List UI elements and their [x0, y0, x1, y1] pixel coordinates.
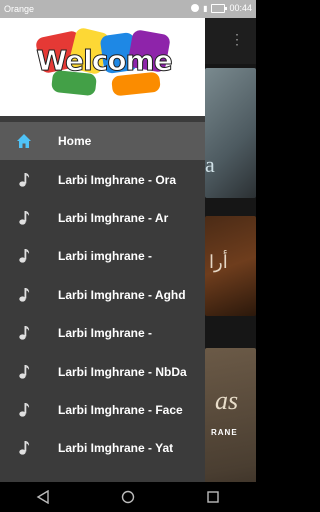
status-icons: ▮ 00:44	[191, 3, 252, 13]
carrier-label: Orange	[4, 4, 35, 14]
system-nav-bar	[0, 482, 256, 512]
music-note-icon	[14, 364, 34, 380]
drawer-item-song[interactable]: Larbi Imghrane - Aghd	[0, 276, 205, 314]
back-button[interactable]	[23, 482, 63, 512]
background-card-3-subtext: RANE	[211, 428, 238, 437]
battery-icon	[211, 3, 228, 13]
welcome-logo-text: Welcome	[36, 44, 173, 78]
background-toolbar: ⋮	[205, 18, 256, 64]
drawer-item-label: Larbi Imghrane - Yat	[58, 441, 174, 456]
drawer-item-label: Larbi Imghrane -	[58, 326, 153, 341]
drawer-item-song[interactable]: Larbi Imghrane - Yat	[0, 429, 205, 467]
drawer-item-label: Larbi Imghrane - Ora	[58, 172, 177, 187]
background-card-2[interactable]: أرا	[205, 216, 256, 316]
welcome-logo: Welcome	[32, 26, 176, 100]
music-note-icon	[14, 172, 34, 188]
drawer-item-song[interactable]: Larbi Imghrane - Ar	[0, 199, 205, 237]
clock: 00:44	[229, 3, 252, 13]
more-options-icon[interactable]: ⋮	[230, 32, 244, 46]
music-note-icon	[14, 325, 34, 341]
back-icon	[36, 490, 49, 504]
drawer-item-song[interactable]: Larbi Imghrane - NbDa	[0, 352, 205, 390]
music-note-icon	[14, 402, 34, 418]
music-note-icon	[14, 440, 34, 456]
drawer-item-song[interactable]: Larbi Imghrane - Face	[0, 391, 205, 429]
music-note-icon	[14, 248, 34, 264]
drawer-item-label: Larbi Imghrane - Aghd	[58, 287, 186, 302]
drawer-item-song[interactable]: Larbi imghrane -	[0, 237, 205, 275]
drawer-item-label: Larbi Imghrane - Ar	[58, 210, 169, 225]
background-card-1[interactable]: a	[205, 68, 256, 198]
home-button[interactable]	[108, 482, 148, 512]
music-note-icon	[14, 210, 34, 226]
drawer-item-label: Larbi imghrane -	[58, 249, 153, 264]
do-not-disturb-icon	[191, 4, 200, 12]
drawer-item-song[interactable]: Larbi Imghrane -	[0, 314, 205, 352]
background-card-2-text: أرا	[209, 252, 228, 272]
navigation-drawer: Welcome Home Larbi Imghrane - Ora Larbi Im…	[0, 18, 205, 482]
recents-button[interactable]	[193, 482, 233, 512]
music-note-icon	[14, 287, 34, 303]
drawer-item-song[interactable]: Larbi Imghrane - Ora	[0, 160, 205, 198]
drawer-item-label: Larbi Imghrane - NbDa	[58, 364, 187, 379]
drawer-header: Welcome	[0, 18, 205, 116]
drawer-item-label: Home	[58, 134, 92, 149]
status-bar: Orange ▮ 00:44	[0, 0, 256, 18]
background-card-3[interactable]: as RANE	[205, 348, 256, 482]
home-circle-icon	[121, 490, 135, 504]
drawer-item-home[interactable]: Home	[0, 122, 205, 161]
background-app: ⋮ a أرا as RANE	[205, 18, 256, 482]
recents-icon	[207, 491, 220, 503]
background-card-1-text: a	[205, 152, 215, 177]
drawer-item-label: Larbi Imghrane - Face	[58, 402, 183, 417]
home-icon	[14, 133, 34, 149]
drawer-menu: Home Larbi Imghrane - Ora Larbi Imghrane -…	[0, 122, 205, 468]
signal-icon: ▮	[203, 3, 208, 13]
background-card-3-text: as	[215, 386, 239, 415]
